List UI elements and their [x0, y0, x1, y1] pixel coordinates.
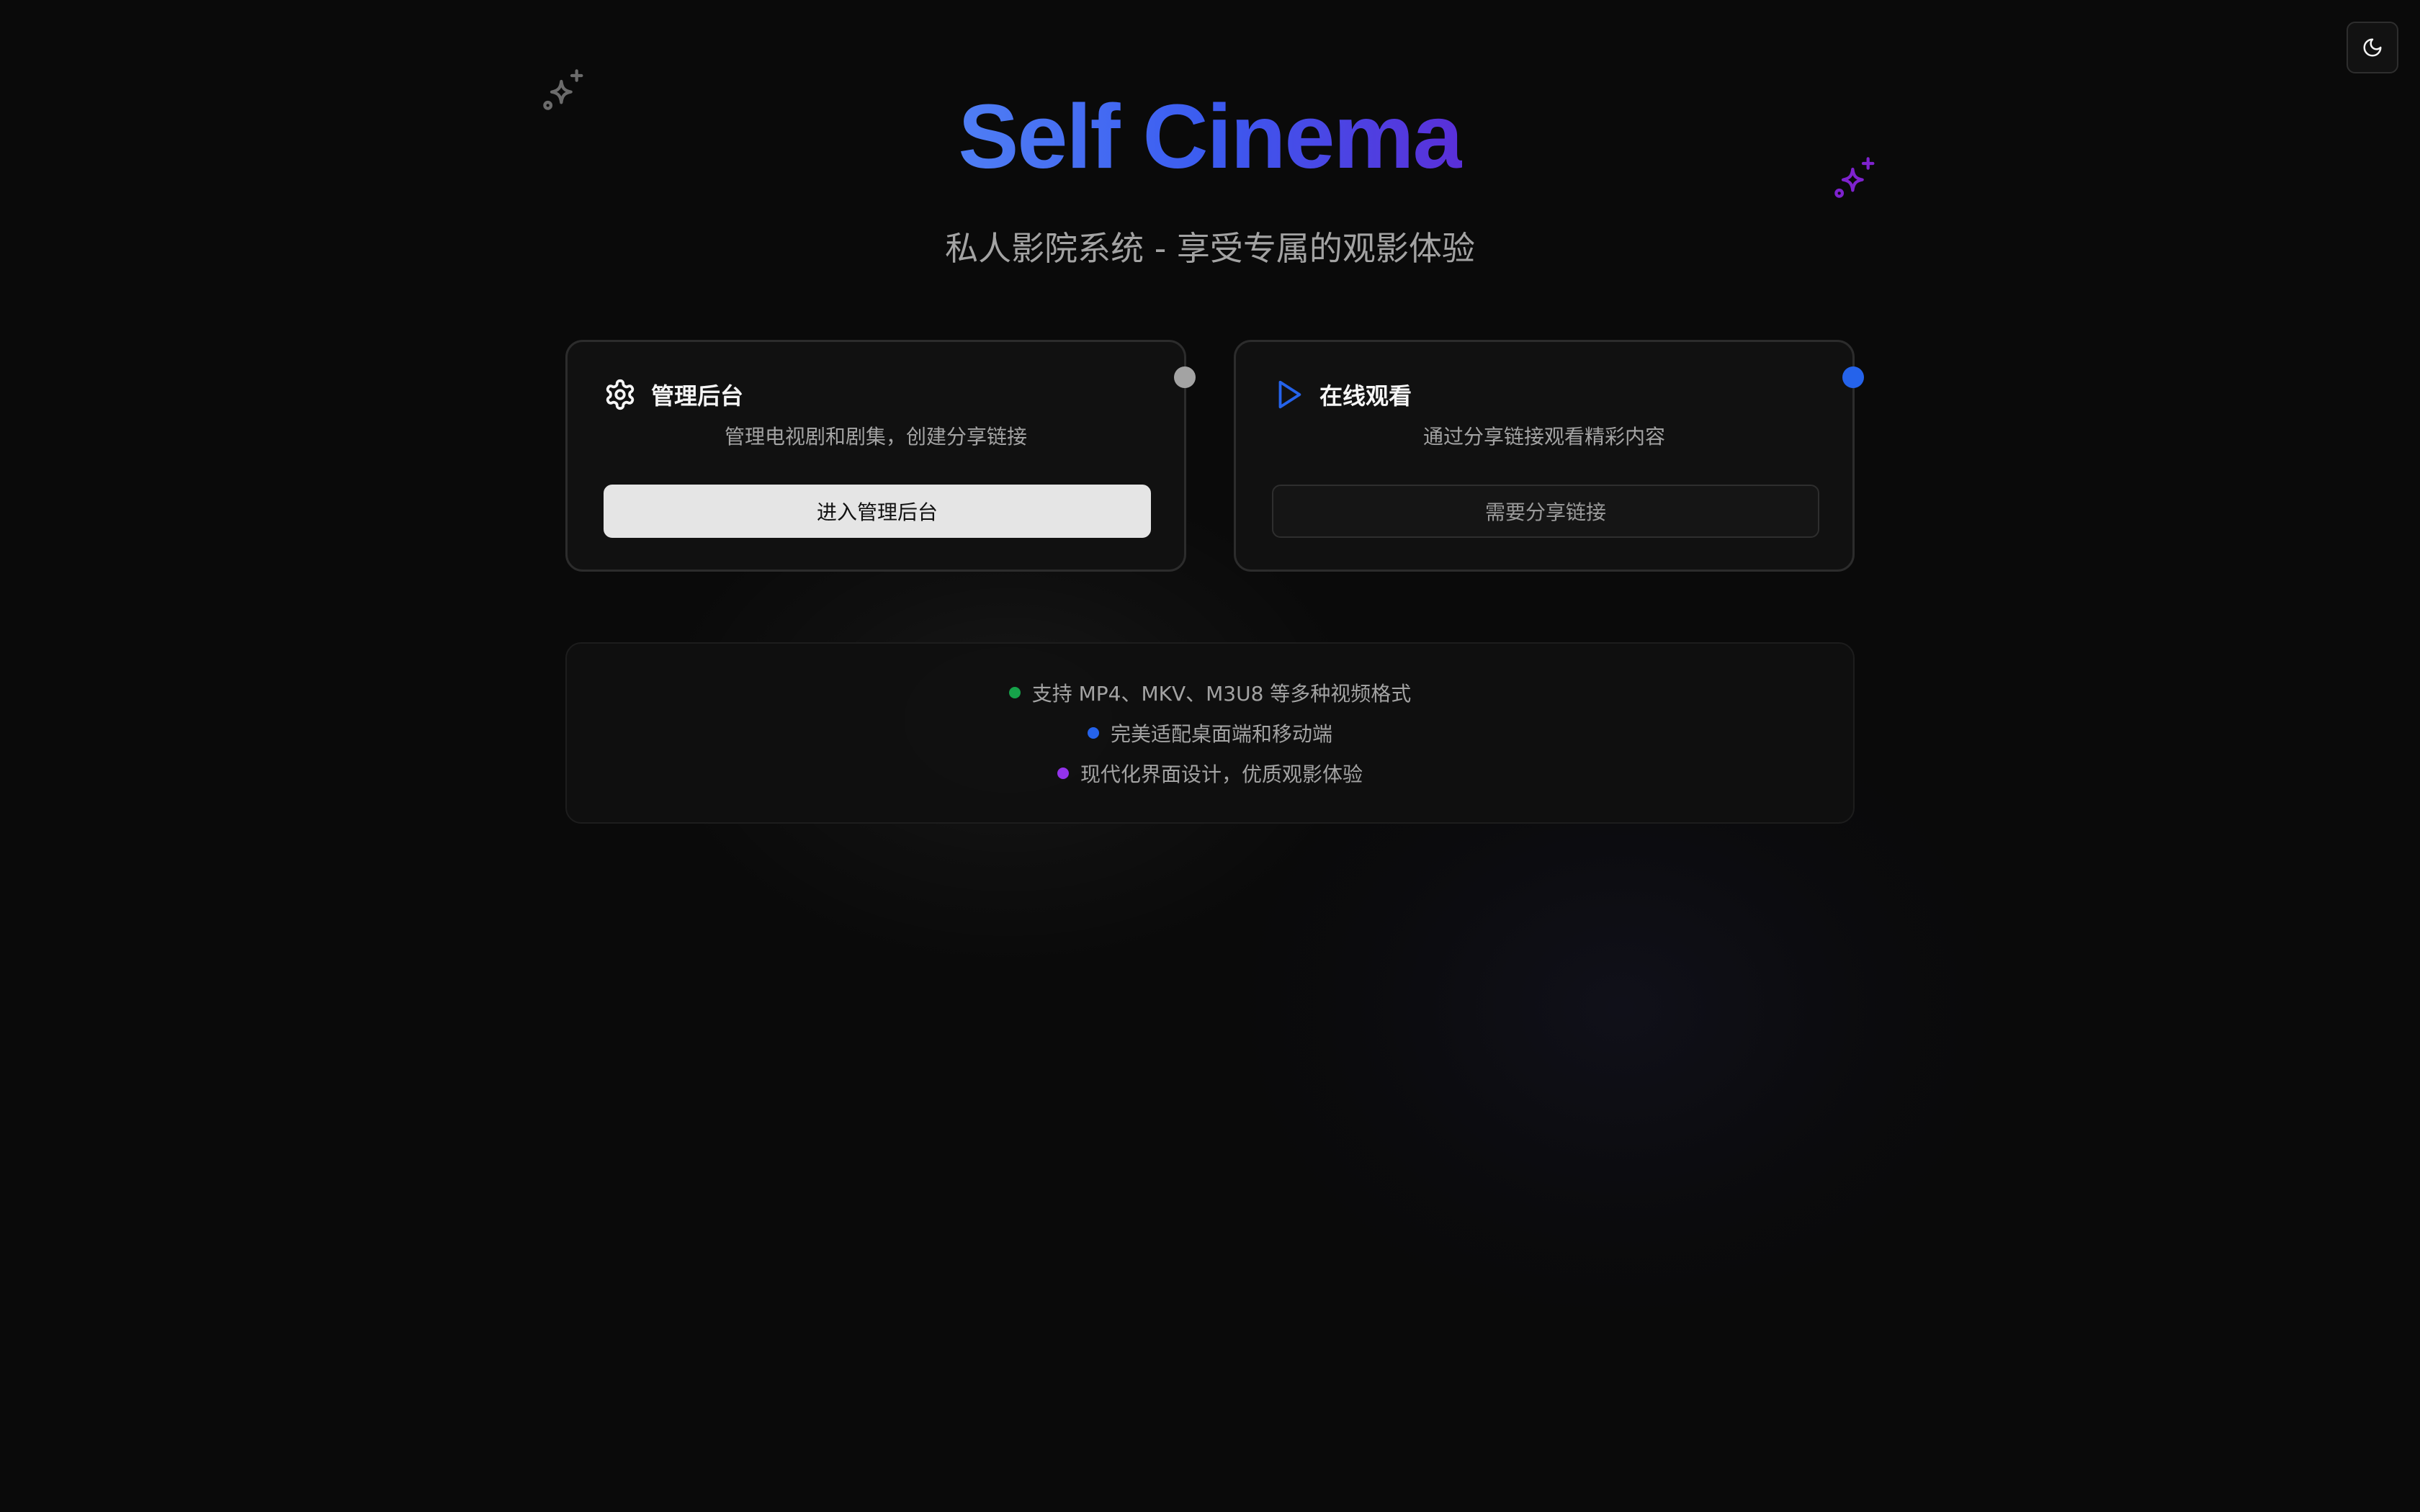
play-icon	[1278, 380, 1301, 409]
watch-card-description: 通过分享链接观看精彩内容	[1422, 425, 1665, 449]
feature-dot-purple	[1057, 768, 1069, 779]
feature-dot-green	[1008, 687, 1021, 698]
feature-item: 完美适配桌面端和移动端	[567, 719, 1853, 747]
admin-card-title: 管理后台	[651, 382, 744, 410]
admin-status-dot	[1174, 366, 1196, 388]
feature-text: 支持 MP4、MKV、M3U8 等多种视频格式	[1031, 682, 1412, 706]
features-panel: 支持 MP4、MKV、M3U8 等多种视频格式 完美适配桌面端和移动端 现代化界…	[565, 642, 1855, 824]
feature-text: 现代化界面设计，优质观影体验	[1080, 762, 1363, 786]
page-subtitle: 私人影院系统 - 享受专属的观影体验	[945, 229, 1475, 268]
admin-card: 管理后台 管理电视剧和剧集，创建分享链接 进入管理后台	[565, 340, 1196, 572]
watch-status-dot	[1842, 366, 1864, 388]
theme-toggle-button[interactable]	[2347, 22, 2398, 73]
gear-icon	[606, 379, 635, 410]
feature-item: 现代化界面设计，优质观影体验	[567, 759, 1853, 788]
admin-card-description: 管理电视剧和剧集，创建分享链接	[724, 425, 1027, 449]
feature-item: 支持 MP4、MKV、M3U8 等多种视频格式	[567, 678, 1853, 707]
watch-card: 在线观看 通过分享链接观看精彩内容 需要分享链接	[1234, 340, 1864, 572]
moon-icon	[2363, 38, 2382, 57]
page-title: Self Cinema	[0, 83, 2420, 191]
feature-text: 完美适配桌面端和移动端	[1110, 722, 1332, 746]
page-title-text: Self Cinema	[958, 86, 1463, 187]
admin-card-header: 管理后台	[604, 378, 743, 411]
feature-dot-blue	[1087, 727, 1099, 739]
watch-card-header: 在线观看	[1272, 378, 1412, 411]
watch-card-title: 在线观看	[1319, 382, 1412, 410]
share-link-required-button[interactable]: 需要分享链接	[1272, 485, 1819, 538]
enter-admin-button[interactable]: 进入管理后台	[604, 485, 1151, 538]
